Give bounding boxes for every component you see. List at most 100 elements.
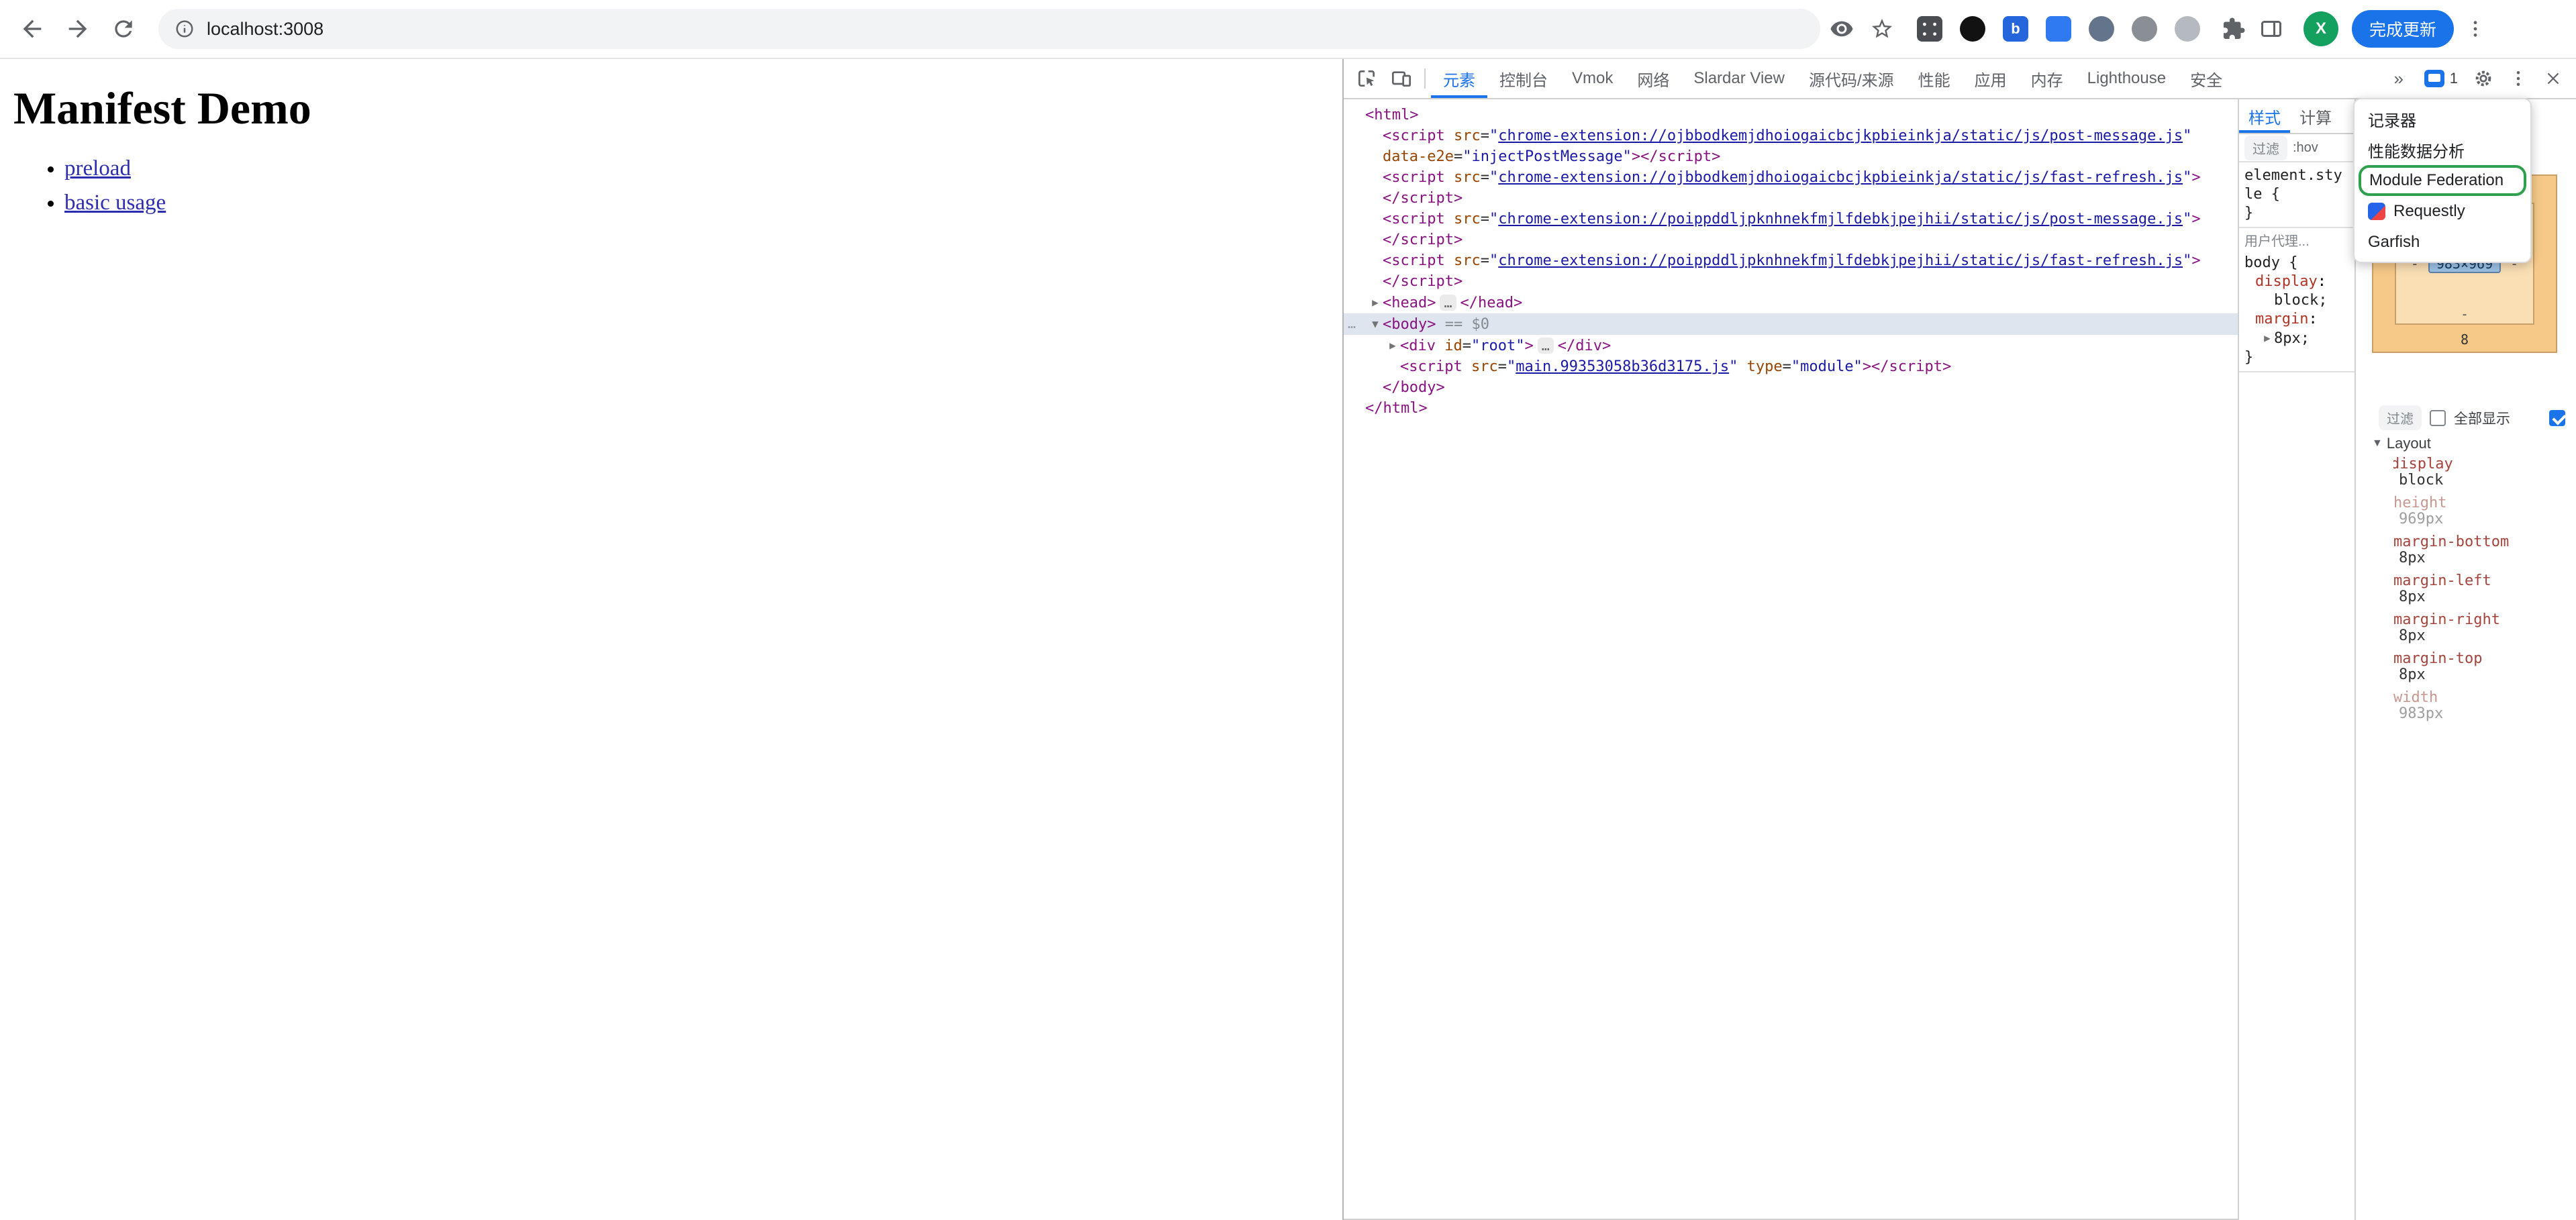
devtools-tab-10[interactable]: 安全 (2178, 59, 2234, 98)
devtools-tab-6[interactable]: 性能 (1906, 59, 1963, 98)
computed-property-display[interactable]: ▶displayblock (2393, 456, 2571, 489)
extension-icon-4[interactable] (2046, 16, 2071, 42)
code-token: <body> (1383, 316, 1436, 333)
settings-gear-icon[interactable] (2466, 61, 2501, 96)
devtools-tab-7[interactable]: 应用 (1963, 59, 2019, 98)
menu-item-1[interactable]: 性能数据分析 (2355, 134, 2530, 165)
extension-icon-1[interactable] (1917, 16, 1942, 42)
tree-row[interactable]: </script> (1344, 188, 2238, 209)
extension-icon-5[interactable] (2089, 16, 2114, 42)
computed-property-margin-right[interactable]: margin-right8px (2393, 612, 2571, 644)
reload-icon[interactable] (102, 7, 145, 50)
pseudo-class-toggle[interactable]: :hov (2293, 140, 2318, 156)
extension-icon-6[interactable] (2132, 16, 2157, 42)
menu-item-label: Garfish (2368, 233, 2420, 252)
collapse-arrow[interactable]: ▼ (1368, 313, 1383, 334)
expand-arrow[interactable]: ▶ (2261, 329, 2274, 348)
page-link-preload[interactable]: preload (64, 156, 131, 181)
element-style-rule[interactable]: element.style { (2244, 166, 2349, 204)
menu-item-2[interactable]: Module Federation (2359, 165, 2526, 196)
computed-property-height[interactable]: height969px (2393, 495, 2571, 527)
group-checkbox[interactable] (2549, 410, 2565, 426)
resource-link[interactable]: chrome-extension://poippddljpknhnekfmjlf… (1498, 252, 2183, 269)
tree-row[interactable]: <script src="chrome-extension://ojbbodke… (1344, 125, 2238, 146)
computed-property-margin-bottom[interactable]: margin-bottom8px (2393, 534, 2571, 566)
more-tabs-chevron-icon[interactable]: » (2381, 61, 2416, 96)
resource-link[interactable]: chrome-extension://ojbbodkemjdhoiogaicbc… (1498, 169, 2183, 186)
extension-icon-2[interactable] (1960, 16, 1985, 42)
sidebar-tab-1[interactable]: 计算 (2290, 99, 2341, 133)
resource-link[interactable]: chrome-extension://ojbbodkemjdhoiogaicbc… (1498, 128, 2183, 144)
bookmark-star-icon[interactable] (1863, 10, 1901, 48)
styles-filter-input[interactable]: 过滤 (2244, 136, 2287, 160)
tree-row[interactable]: <script src="chrome-extension://ojbbodke… (1344, 167, 2238, 188)
tree-row[interactable]: <script src="chrome-extension://poippddl… (1344, 209, 2238, 230)
back-icon[interactable] (11, 7, 54, 50)
expand-arrow[interactable]: ▶ (1368, 292, 1383, 313)
code-token: </div> (1558, 338, 1611, 354)
tree-row[interactable]: ▶<head>…</head> (1344, 292, 2238, 313)
profile-avatar[interactable]: X (2303, 11, 2338, 46)
menu-item-3[interactable]: Requestly (2355, 196, 2530, 227)
devtools-tab-1[interactable]: 控制台 (1487, 59, 1560, 98)
computed-filter-input[interactable]: 过滤 (2379, 405, 2422, 430)
menu-item-0[interactable]: 记录器 (2355, 103, 2530, 134)
tree-row[interactable]: <html> (1344, 105, 2238, 125)
resource-link[interactable]: chrome-extension://poippddljpknhnekfmjlf… (1498, 211, 2183, 227)
preview-eye-icon[interactable] (1823, 10, 1861, 48)
menu-item-4[interactable]: Garfish (2355, 227, 2530, 258)
inspect-element-icon[interactable] (1349, 61, 1384, 96)
layout-section-header[interactable]: ▼ Layout (2372, 435, 2431, 452)
code-token (1445, 169, 1454, 186)
tree-row[interactable]: </script> (1344, 230, 2238, 250)
devtools-tab-8[interactable]: 内存 (2019, 59, 2075, 98)
tree-row[interactable]: </script> (1344, 271, 2238, 292)
tree-row[interactable]: <script src="chrome-extension://poippddl… (1344, 250, 2238, 271)
devtools-menu-kebab-icon[interactable] (2501, 61, 2536, 96)
tree-row[interactable]: data-e2e="injectPostMessage"></script> (1344, 146, 2238, 167)
css-property-value[interactable]: block; (2244, 291, 2349, 310)
address-bar[interactable]: localhost:3008 (158, 9, 1820, 49)
css-property-name[interactable]: margin: (2244, 310, 2349, 329)
body-rule-selector[interactable]: body { (2244, 254, 2349, 272)
code-token: <script (1383, 128, 1445, 144)
devtools-tab-9[interactable]: Lighthouse (2075, 59, 2178, 98)
site-info-icon[interactable] (175, 19, 195, 39)
device-toolbar-icon[interactable] (1384, 61, 1419, 96)
forward-icon[interactable] (56, 7, 99, 50)
css-property-name[interactable]: display: (2244, 272, 2349, 291)
devtools-tab-2[interactable]: Vmok (1560, 59, 1625, 98)
update-chrome-button[interactable]: 完成更新 (2352, 10, 2454, 48)
body-rule-close: } (2244, 348, 2349, 367)
devtools-tab-3[interactable]: 网络 (1625, 59, 1681, 98)
tree-row[interactable]: ▶<div id="root">…</div> (1344, 335, 2238, 356)
tree-row[interactable]: </body> (1344, 377, 2238, 398)
devtools-tab-4[interactable]: Slardar View (1681, 59, 1797, 98)
page-list-item: preload (64, 156, 1342, 181)
side-panel-icon[interactable] (2252, 10, 2290, 48)
tree-row[interactable]: <script src="main.99353058b36d3175.js" t… (1344, 356, 2238, 377)
page-content: Manifest Demo preloadbasic usage (0, 59, 1342, 1220)
show-all-checkbox[interactable] (2430, 410, 2446, 426)
devtools-close-icon[interactable] (2536, 61, 2571, 96)
resource-link[interactable]: main.99353058b36d3175.js (1516, 358, 1729, 375)
computed-property-margin-top[interactable]: margin-top8px (2393, 651, 2571, 683)
extensions-puzzle-icon[interactable] (2218, 13, 2250, 45)
tree-row[interactable]: </html> (1344, 398, 2238, 419)
code-token: type (1747, 358, 1783, 375)
extension-icon-3[interactable]: b (2003, 16, 2028, 42)
browser-menu-kebab-icon[interactable] (2457, 10, 2494, 48)
css-property-value[interactable]: ▶8px; (2244, 329, 2349, 348)
margin-bottom-value: 8 (2373, 332, 2556, 348)
tree-row[interactable]: …▼<body> == $0 (1344, 313, 2238, 335)
computed-property-margin-left[interactable]: margin-left8px (2393, 573, 2571, 605)
row-menu-dots[interactable]: … (1348, 313, 1357, 334)
devtools-tab-5[interactable]: 源代码/来源 (1797, 59, 1906, 98)
expand-arrow[interactable]: ▶ (1385, 335, 1400, 356)
sidebar-tab-0[interactable]: 样式 (2239, 99, 2290, 133)
page-link-basic-usage[interactable]: basic usage (64, 191, 166, 215)
issues-badge[interactable]: 1 (2416, 70, 2466, 87)
computed-property-width[interactable]: width983px (2393, 690, 2571, 722)
extension-icon-7[interactable] (2175, 16, 2200, 42)
devtools-tab-0[interactable]: 元素 (1431, 59, 1487, 98)
